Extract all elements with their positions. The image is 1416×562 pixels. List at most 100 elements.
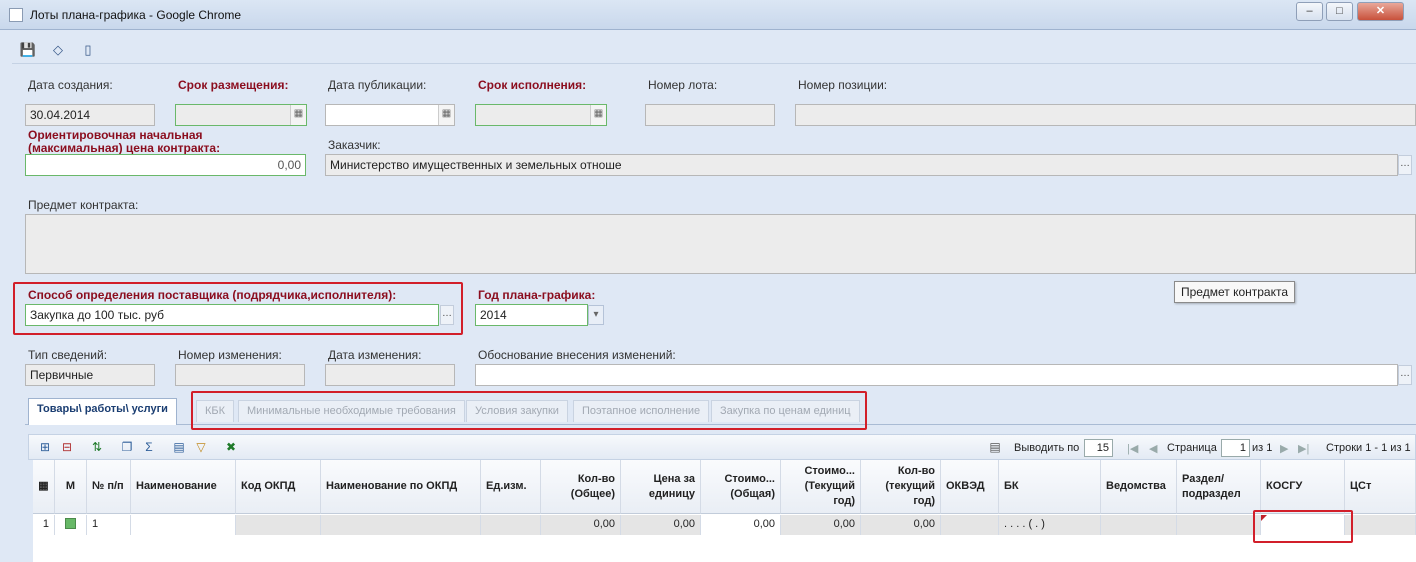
- exit-icon[interactable]: ▯: [78, 40, 98, 60]
- sum-icon[interactable]: Σ: [141, 439, 157, 455]
- initial-price-field[interactable]: 0,00: [25, 154, 306, 176]
- copy-icon[interactable]: ❐: [119, 439, 135, 455]
- calculator-icon[interactable]: ▤: [171, 439, 187, 455]
- page-input[interactable]: 1: [1221, 439, 1250, 457]
- row-qty-total-cell[interactable]: 0,00: [541, 515, 621, 535]
- delete-row-icon[interactable]: ⊟: [59, 439, 75, 455]
- column-header[interactable]: Ед.изм.: [481, 460, 541, 514]
- position-number-field: [795, 104, 1416, 126]
- filter-icon[interactable]: ▽: [193, 439, 209, 455]
- change-number-label: Номер изменения:: [178, 348, 282, 362]
- column-header[interactable]: Кол-во (текущий год): [861, 460, 941, 514]
- placement-term-field[interactable]: [175, 104, 307, 126]
- row-mark-checkbox[interactable]: [55, 515, 87, 535]
- column-header[interactable]: М: [55, 460, 87, 514]
- grid-toolbar: ⊞ ⊟ ⇅ ❐ Σ ▤ ▽ ✖ ▤ Выводить по 15 |◀ ◀ Ст…: [28, 434, 1416, 460]
- creation-date-label: Дата создания:: [28, 78, 113, 92]
- page-size-label: Выводить по: [1014, 442, 1080, 454]
- save-icon[interactable]: 💾: [18, 40, 38, 60]
- change-number-field: [175, 364, 305, 386]
- row-okpd-name-cell: [321, 515, 481, 535]
- execution-term-label: Срок исполнения:: [478, 78, 587, 92]
- row-cst-cell[interactable]: [1345, 515, 1416, 535]
- prev-page-icon[interactable]: ◀: [1149, 442, 1157, 455]
- tab-goods-works-services[interactable]: Товары\ работы\ услуги: [28, 398, 177, 425]
- column-header[interactable]: Код ОКПД: [236, 460, 321, 514]
- column-header[interactable]: Стоимо... (Общая): [701, 460, 781, 514]
- column-header[interactable]: ОКВЭД: [941, 460, 999, 514]
- change-date-label: Дата изменения:: [328, 348, 422, 362]
- column-header[interactable]: Кол-во (Общее): [541, 460, 621, 514]
- column-header[interactable]: № п/п: [87, 460, 131, 514]
- subject-label: Предмет контракта:: [28, 198, 139, 212]
- maximize-button[interactable]: □: [1326, 2, 1353, 21]
- excel-export-icon[interactable]: ✖: [223, 439, 239, 455]
- minimize-button[interactable]: –: [1296, 2, 1323, 21]
- page-size-icon: ▤: [989, 440, 1001, 454]
- customer-label: Заказчик:: [328, 138, 381, 152]
- execution-term-field[interactable]: [475, 104, 607, 126]
- customer-select-button[interactable]: …: [1398, 155, 1412, 175]
- placement-term-label: Срок размещения:: [178, 78, 289, 92]
- row-unit-price-cell[interactable]: 0,00: [621, 515, 701, 535]
- change-date-field: [325, 364, 455, 386]
- chevron-down-icon[interactable]: ▾: [588, 305, 604, 325]
- row-section-cell[interactable]: [1177, 515, 1261, 535]
- publication-date-field[interactable]: [325, 104, 455, 126]
- column-header[interactable]: Ведомства: [1101, 460, 1177, 514]
- lot-number-label: Номер лота:: [648, 78, 718, 92]
- first-page-icon[interactable]: |◀: [1127, 442, 1138, 455]
- row-qty-current-cell[interactable]: 0,00: [861, 515, 941, 535]
- supplier-method-select-button[interactable]: …: [440, 305, 454, 325]
- calendar-icon[interactable]: ▦: [290, 105, 306, 125]
- info-type-field: Первичные: [25, 364, 155, 386]
- subject-field[interactable]: [25, 214, 1416, 274]
- supplier-method-field[interactable]: Закупка до 100 тыс. руб: [25, 304, 439, 326]
- change-reason-select-button[interactable]: …: [1398, 365, 1412, 385]
- creation-date-field: 30.04.2014: [25, 104, 155, 126]
- initial-price-label-1: Ориентировочная начальная: [28, 128, 203, 142]
- lot-number-field: [645, 104, 775, 126]
- row-cost-total-cell[interactable]: 0,00: [701, 515, 781, 535]
- plan-year-select[interactable]: 2014: [475, 304, 588, 326]
- last-page-icon[interactable]: ▶|: [1298, 442, 1309, 455]
- close-button[interactable]: ✕: [1357, 2, 1404, 21]
- row-okved-cell[interactable]: [941, 515, 999, 535]
- column-header[interactable]: ЦСт: [1345, 460, 1416, 514]
- column-header[interactable]: КОСГУ: [1261, 460, 1345, 514]
- grid-settings-icon[interactable]: ▦: [33, 460, 55, 514]
- supplier-method-label: Способ определения поставщика (подрядчик…: [28, 288, 397, 302]
- row-unit-cell[interactable]: [481, 515, 541, 535]
- row-okpd-code-cell[interactable]: [236, 515, 321, 535]
- calendar-icon[interactable]: ▦: [438, 105, 454, 125]
- column-header[interactable]: Наименование: [131, 460, 236, 514]
- rows-info: Строки 1 - 1 из 1: [1326, 442, 1411, 454]
- app-icon: [9, 8, 23, 22]
- next-page-icon[interactable]: ▶: [1280, 442, 1288, 455]
- row-cost-current-cell[interactable]: 0,00: [781, 515, 861, 535]
- tabs-highlight: [191, 391, 867, 430]
- page-size-input[interactable]: 15: [1084, 439, 1113, 457]
- page-label: Страница: [1167, 442, 1217, 454]
- row-department-cell[interactable]: [1101, 515, 1177, 535]
- column-header[interactable]: Стоимо... (Текущий год): [781, 460, 861, 514]
- change-reason-label: Обоснование внесения изменений:: [478, 348, 676, 362]
- subject-tooltip: Предмет контракта: [1174, 281, 1296, 303]
- customer-field: Министерство имущественных и земельных о…: [325, 154, 1398, 176]
- column-header[interactable]: БК: [999, 460, 1101, 514]
- add-row-icon[interactable]: ⊞: [37, 439, 53, 455]
- row-name-cell[interactable]: [131, 515, 236, 535]
- row-number: 1: [33, 515, 55, 535]
- items-grid: ▦ М № п/п Наименование Код ОКПД Наименов…: [33, 460, 1416, 562]
- column-header[interactable]: Цена за единицу: [621, 460, 701, 514]
- plan-year-label: Год плана-графика:: [478, 288, 596, 302]
- calendar-icon[interactable]: ▦: [590, 105, 606, 125]
- row-bk-cell[interactable]: . . . . ( . ): [999, 515, 1101, 535]
- change-reason-field[interactable]: [475, 364, 1398, 386]
- eraser-icon[interactable]: ◇: [48, 40, 68, 60]
- initial-price-label-2: (максимальная) цена контракта:: [28, 141, 221, 155]
- column-header[interactable]: Раздел/ подраздел: [1177, 460, 1261, 514]
- position-number-label: Номер позиции:: [798, 78, 888, 92]
- column-header[interactable]: Наименование по ОКПД: [321, 460, 481, 514]
- sort-icon[interactable]: ⇅: [89, 439, 105, 455]
